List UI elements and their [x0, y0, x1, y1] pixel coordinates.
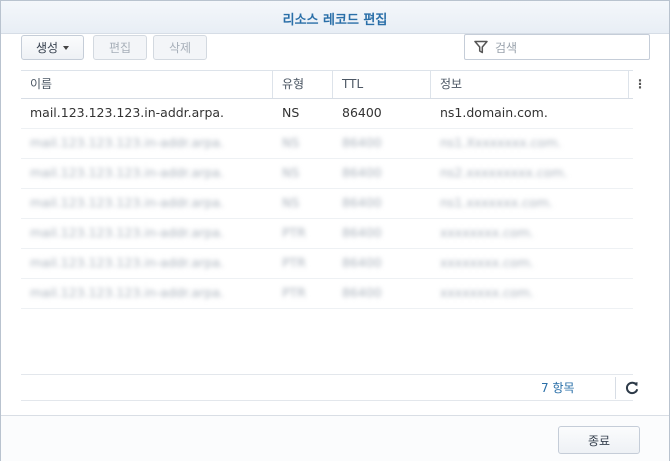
cell-name: mail.123.123.123.in-addr.arpa. [30, 225, 225, 240]
cell-name: mail.123.123.123.in-addr.arpa. [30, 285, 225, 300]
cell-info: xxxxxxxx.com. [440, 225, 534, 240]
table-row[interactable]: mail.123.123.123.in-addr.arpa. NS 86400 ns1… [21, 99, 633, 129]
item-count: 7 항목 [541, 381, 575, 395]
edit-button[interactable]: 편집 [93, 35, 147, 60]
records-table: 이름 유형 TTL 정보 ⋮ mail.123.123.123.in-addr.… [21, 70, 646, 309]
divider [615, 377, 616, 399]
table-row[interactable]: mail.123.123.123.in-addr.arpa. PTR 86400 xx… [21, 219, 633, 249]
cell-type: PTR [282, 255, 306, 270]
cell-info: ns1.Xxxxxxxx.com. [440, 135, 562, 150]
create-button[interactable]: 생성 [21, 35, 84, 60]
cell-type: PTR [282, 285, 306, 300]
dialog-title: 리소스 레코드 편집 [282, 13, 388, 28]
cell-info: xxxxxxxx.com. [440, 285, 534, 300]
table-header: 이름 유형 TTL 정보 ⋮ [21, 70, 646, 99]
delete-button-label: 삭제 [168, 41, 192, 55]
chevron-down-icon [63, 45, 70, 50]
cell-ttl: 86400 [342, 225, 382, 240]
cell-info: ns2.xxxxxxxxx.com. [440, 165, 568, 180]
cell-info: ns1.xxxxxxx.com. [440, 195, 553, 210]
table-row[interactable]: mail.123.123.123.in-addr.arpa. PTR 86400 xx… [21, 279, 633, 309]
dialog-titlebar: 리소스 레코드 편집 [1, 1, 669, 34]
table-row[interactable]: mail.123.123.123.in-addr.arpa. NS 86400 ns1… [21, 129, 633, 159]
close-button-label: 종료 [587, 433, 611, 448]
create-button-label: 생성 [35, 41, 59, 55]
cell-info: xxxxxxxx.com. [440, 255, 534, 270]
cell-info: ns1.domain.com. [440, 105, 548, 120]
cell-type: NS [282, 105, 300, 120]
column-menu-icon[interactable]: ⋮ [629, 71, 651, 98]
cell-type: NS [282, 135, 300, 150]
table-row[interactable]: mail.123.123.123.in-addr.arpa. NS 86400 ns2… [21, 159, 633, 189]
cell-type: NS [282, 165, 300, 180]
cell-ttl: 86400 [342, 105, 382, 120]
column-header-info[interactable]: 정보 [431, 71, 629, 98]
table-body: mail.123.123.123.in-addr.arpa. NS 86400 ns1… [21, 99, 633, 309]
search-box[interactable] [464, 34, 650, 60]
cell-type: PTR [282, 225, 306, 240]
cell-name: mail.123.123.123.in-addr.arpa. [30, 165, 225, 180]
cell-name: mail.123.123.123.in-addr.arpa. [30, 195, 225, 210]
dialog-window: 리소스 레코드 편집 생성 편집 삭제 이름 유형 TTL 정보 ⋮ mail.… [0, 0, 670, 461]
cell-name: mail.123.123.123.in-addr.arpa. [30, 135, 225, 150]
cell-ttl: 86400 [342, 195, 382, 210]
filter-icon [474, 40, 488, 54]
search-input[interactable] [493, 38, 647, 58]
table-row[interactable]: mail.123.123.123.in-addr.arpa. NS 86400 ns1… [21, 189, 633, 219]
cell-ttl: 86400 [342, 135, 382, 150]
column-header-name[interactable]: 이름 [21, 71, 273, 98]
delete-button[interactable]: 삭제 [153, 35, 207, 60]
close-button[interactable]: 종료 [558, 426, 640, 454]
cell-type: NS [282, 195, 300, 210]
dialog-footer: 종료 [1, 415, 669, 461]
refresh-icon[interactable] [624, 380, 640, 396]
cell-ttl: 86400 [342, 285, 382, 300]
table-row[interactable]: mail.123.123.123.in-addr.arpa. PTR 86400 xx… [21, 249, 633, 279]
cell-ttl: 86400 [342, 165, 382, 180]
column-header-type[interactable]: 유형 [273, 71, 333, 98]
column-header-ttl[interactable]: TTL [333, 71, 431, 98]
divider [21, 400, 633, 401]
cell-name: mail.123.123.123.in-addr.arpa. [30, 105, 225, 120]
divider [21, 374, 633, 375]
cell-ttl: 86400 [342, 255, 382, 270]
edit-button-label: 편집 [108, 41, 132, 55]
cell-name: mail.123.123.123.in-addr.arpa. [30, 255, 225, 270]
